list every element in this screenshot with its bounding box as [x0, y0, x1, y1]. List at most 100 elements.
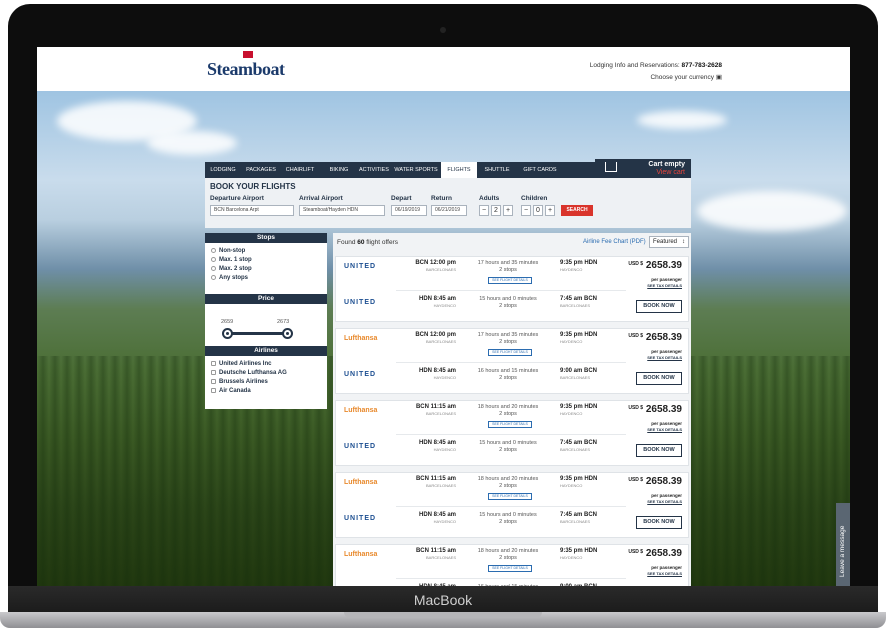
currency-flag-icon[interactable]: ▣: [716, 74, 722, 81]
nav-item-biking[interactable]: Biking: [323, 162, 355, 178]
phone-number[interactable]: 877-783-2628: [682, 62, 722, 69]
children-plus-button[interactable]: +: [545, 205, 555, 216]
price-filter-title: Price: [205, 294, 327, 304]
flight-leg-inbound: UNITED HDN 8:45 am HAYDENCO 15 hours and …: [336, 509, 626, 539]
see-tax-details-link[interactable]: SEE TAX DETAILS: [647, 355, 682, 360]
results-count: Found 60 flight offers: [337, 239, 398, 246]
airline-fee-chart-link[interactable]: Airline Fee Chart (PDF): [583, 239, 646, 245]
arrival-city: BARCELONAES: [560, 519, 591, 524]
arrival-time: 9:35 pm HDN: [560, 260, 598, 266]
found-prefix: Found: [337, 239, 356, 246]
flight-leg-outbound: Lufthansa BCN 11:15 am BARCELONAES 18 hou…: [336, 401, 626, 431]
flight-offer-card: UNITED BCN 12:00 pm BARCELONAES 17 hours …: [335, 256, 689, 322]
stop-option-any[interactable]: Any stops: [211, 275, 248, 281]
see-tax-details-link[interactable]: SEE TAX DETAILS: [647, 427, 682, 432]
arrival-city: BARCELONAES: [560, 303, 591, 308]
price-min-handle[interactable]: [222, 328, 233, 339]
departure-city: BARCELONAES: [425, 483, 456, 488]
stop-option-1-stop[interactable]: Max. 1 stop: [211, 257, 252, 263]
see-flight-details-button[interactable]: SEE FLIGHT DETAILS: [488, 565, 532, 572]
see-flight-details-button[interactable]: SEE FLIGHT DETAILS: [488, 493, 532, 500]
price-slider-track[interactable]: [227, 332, 287, 335]
book-now-button[interactable]: BOOK NOW: [636, 300, 682, 313]
airline-logo: Lufthansa: [344, 551, 378, 558]
stops-filter-title: Stops: [205, 233, 327, 243]
checkbox-icon[interactable]: [211, 361, 216, 366]
see-flight-details-button[interactable]: SEE FLIGHT DETAILS: [488, 349, 532, 356]
arrival-city: HAYDENCO: [560, 483, 583, 488]
departure-city: BARCELONAES: [425, 555, 456, 560]
adults-count[interactable]: 2: [491, 205, 501, 216]
flight-results: Found 60 flight offers Airline Fee Chart…: [333, 233, 691, 586]
nav-item-chairlift[interactable]: Chairlift: [281, 162, 319, 178]
stop-option-2-stop[interactable]: Max. 2 stop: [211, 266, 252, 272]
nav-item-lodging[interactable]: Lodging: [205, 162, 241, 178]
stop-option-non-stop[interactable]: Non-stop: [211, 248, 245, 254]
price-amount: 2658.39: [645, 260, 682, 271]
airline-option-lufthansa[interactable]: Deutsche Lufthansa AG: [211, 370, 287, 376]
book-now-button[interactable]: BOOK NOW: [636, 372, 682, 385]
found-suffix: flight offers: [366, 239, 398, 246]
site-logo[interactable]: Steamboat: [207, 59, 285, 80]
departure-info: BCN 11:15 am BARCELONAES: [396, 476, 456, 488]
nav-item-activities[interactable]: Activities: [355, 162, 393, 178]
price-max-handle[interactable]: [282, 328, 293, 339]
adults-minus-button[interactable]: −: [479, 205, 489, 216]
children-minus-button[interactable]: −: [521, 205, 531, 216]
leg-divider: [396, 362, 626, 363]
checkbox-icon[interactable]: [211, 379, 216, 384]
radio-icon[interactable]: [211, 248, 216, 253]
view-cart-link[interactable]: View cart: [656, 169, 685, 176]
airline-option-united[interactable]: United Airlines Inc: [211, 361, 271, 367]
radio-icon[interactable]: [211, 266, 216, 271]
cart-widget[interactable]: Cart empty View cart: [595, 159, 691, 178]
see-tax-details-link[interactable]: SEE TAX DETAILS: [647, 499, 682, 504]
leg-divider: [396, 506, 626, 507]
return-date-field[interactable]: 06/21/2019: [431, 205, 467, 216]
nav-item-shuttle[interactable]: Shuttle: [479, 162, 515, 178]
departure-airport-field[interactable]: BCN Barcelona Arpt: [210, 205, 294, 216]
book-now-button[interactable]: BOOK NOW: [636, 516, 682, 529]
adults-plus-button[interactable]: +: [503, 205, 513, 216]
nav-item-packages[interactable]: Packages: [241, 162, 281, 178]
departure-info: BCN 11:15 am BARCELONAES: [396, 404, 456, 416]
stop-count: 2 stops: [499, 555, 517, 561]
children-count[interactable]: 0: [533, 205, 543, 216]
cloud-shape: [637, 111, 727, 129]
currency-selector[interactable]: Choose your currency: [650, 74, 714, 81]
book-now-button[interactable]: BOOK NOW: [636, 444, 682, 457]
radio-icon[interactable]: [211, 275, 216, 280]
checkbox-icon[interactable]: [211, 370, 216, 375]
see-flight-details-button[interactable]: SEE FLIGHT DETAILS: [488, 277, 532, 284]
airline-option-air-canada[interactable]: Air Canada: [211, 388, 251, 394]
checkbox-icon[interactable]: [211, 388, 216, 393]
arrival-time: 9:35 pm HDN: [560, 476, 598, 482]
depart-date-field[interactable]: 06/19/2019: [391, 205, 427, 216]
flight-duration: 18 hours and 20 minutes: [477, 548, 539, 554]
see-flight-details-button[interactable]: SEE FLIGHT DETAILS: [488, 421, 532, 428]
hero-background: Lodging Packages Chairlift Biking Activi…: [37, 91, 850, 586]
per-passenger-label: per passenger: [651, 349, 682, 354]
nav-item-flights[interactable]: Flights: [441, 162, 477, 178]
nav-item-water-sports[interactable]: Water Sports: [393, 162, 439, 178]
airline-logo: Lufthansa: [344, 479, 378, 486]
price-currency: USD $: [628, 333, 644, 339]
arrival-city: HAYDENCO: [560, 555, 583, 560]
radio-icon[interactable]: [211, 257, 216, 262]
price-min-value: 2659: [221, 319, 234, 325]
arrival-info: 9:35 pm HDN HAYDENCO: [560, 404, 620, 416]
arrival-time: 9:00 am BCN: [560, 368, 598, 374]
flight-duration: 15 hours and 0 minutes: [479, 512, 537, 518]
sort-select[interactable]: Featured ↕: [649, 236, 689, 248]
see-tax-details-link[interactable]: SEE TAX DETAILS: [647, 571, 682, 576]
airline-option-brussels[interactable]: Brussels Airlines: [211, 379, 268, 385]
see-tax-details-link[interactable]: SEE TAX DETAILS: [647, 283, 682, 288]
nav-item-gift-cards[interactable]: Gift Cards: [519, 162, 561, 178]
flight-leg-outbound: Lufthansa BCN 11:15 am BARCELONAES 18 hou…: [336, 545, 626, 575]
leave-message-tab[interactable]: Leave a message: [836, 503, 850, 586]
airline-logo: UNITED: [344, 371, 377, 378]
search-button[interactable]: SEARCH: [561, 205, 593, 216]
arrival-airport-select[interactable]: Steamboat/Hayden HDN: [299, 205, 385, 216]
departure-info: BCN 11:15 am BARCELONAES: [396, 548, 456, 560]
shopping-cart-icon[interactable]: [605, 162, 617, 172]
